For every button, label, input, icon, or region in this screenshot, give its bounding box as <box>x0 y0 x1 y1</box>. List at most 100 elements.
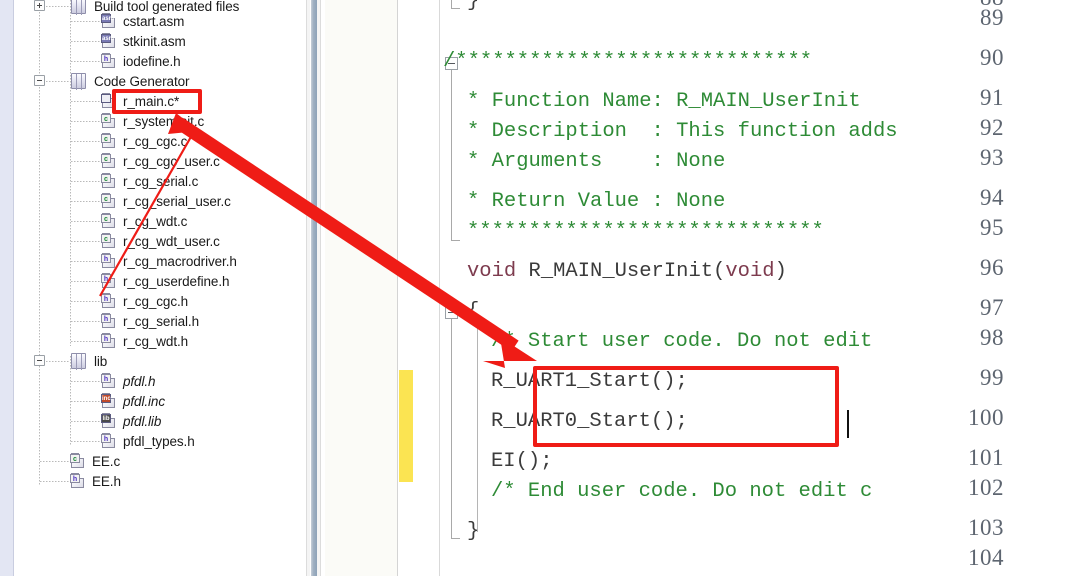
tree-connector <box>71 241 100 242</box>
tree-item-iodefine-h[interactable]: h iodefine.h <box>101 51 181 71</box>
code-line-91[interactable]: * Function Name: R_MAIN_UserInit <box>467 90 861 113</box>
tree-item-cstart-asm[interactable]: asm cstart.asm <box>101 11 184 31</box>
code-token: } <box>467 520 480 543</box>
code-line-93[interactable]: * Arguments : None <box>467 150 726 173</box>
tree-item-r-cg-serial-user-c[interactable]: c r_cg_serial_user.c <box>101 191 231 211</box>
code-token: ***************************** <box>467 220 824 243</box>
tree-connector <box>71 381 100 382</box>
tree-connector <box>71 221 100 222</box>
tree-connector <box>71 321 100 322</box>
tree-item-label: r_cg_macrodriver.h <box>123 253 237 269</box>
tree-connector <box>40 481 69 482</box>
tree-item-r-cg-serial-c[interactable]: c r_cg_serial.c <box>101 171 198 191</box>
h-file-icon: h <box>101 273 118 289</box>
h-file-icon: h <box>101 253 118 269</box>
tree-item-label: r_cg_serial.h <box>123 313 199 329</box>
tree-connector <box>71 341 100 342</box>
scrollbar-thumb[interactable] <box>310 0 317 576</box>
h-file-icon: h <box>101 433 118 449</box>
tree-item-label: pfdl.lib <box>123 413 162 429</box>
tree-connector <box>71 421 100 422</box>
tree-item-r-cg-cgc-h[interactable]: h r_cg_cgc.h <box>101 291 188 311</box>
tree-item-ee-c[interactable]: c EE.c <box>70 451 120 471</box>
tree-item-label: r_cg_wdt.c <box>123 213 188 229</box>
tree-connector <box>71 121 100 122</box>
code-line-95[interactable]: ***************************** <box>467 220 824 243</box>
tree-item-code-generator[interactable]: Code Generator <box>70 71 190 91</box>
tree-item-ee-h[interactable]: h EE.h <box>70 471 121 491</box>
c-file-icon: c <box>101 133 118 149</box>
code-token: * Arguments : None <box>467 150 726 173</box>
asm-file-icon: asm <box>101 33 118 49</box>
code-line-103[interactable]: } <box>467 520 480 543</box>
tree-connector <box>71 101 100 102</box>
tree-item-r-cg-wdt-c[interactable]: c r_cg_wdt.c <box>101 211 187 231</box>
code-line-88[interactable]: } <box>467 0 479 12</box>
code-editor[interactable]: 888990919293949596979899100101102103104 … <box>325 0 1080 576</box>
annotation-box-code <box>533 366 839 447</box>
code-token: } <box>467 0 480 13</box>
window-left-rail <box>0 0 14 576</box>
tree-expander-minus-icon[interactable] <box>34 75 45 86</box>
code-token: void <box>725 260 775 283</box>
tree-item-label: pfdl_types.h <box>123 433 195 449</box>
tree-item-label: r_cg_wdt.h <box>123 333 189 349</box>
tree-connector <box>71 141 100 142</box>
tree-item-label: r_cg_serial_user.c <box>123 193 231 209</box>
tree-item-r-cg-wdt-user-c[interactable]: c r_cg_wdt_user.c <box>101 231 220 251</box>
code-line-90[interactable]: /***************************** <box>443 51 812 72</box>
tree-item-lib[interactable]: lib <box>70 351 107 371</box>
tree-item-label: r_cg_cgc_user.c <box>123 153 220 169</box>
code-lines-container[interactable]: } /***************************** * Functio… <box>443 0 1080 576</box>
unsaved-change-bar <box>399 370 413 482</box>
tree-connector <box>71 181 100 182</box>
tree-expander-minus-icon[interactable] <box>34 355 45 366</box>
code-token: R_MAIN_UserInit( <box>528 260 726 283</box>
tree-connector <box>71 261 100 262</box>
tree-item-pfdl-types-h[interactable]: h pfdl_types.h <box>101 431 195 451</box>
tree-item-r-cg-wdt-h[interactable]: h r_cg_wdt.h <box>101 331 188 351</box>
fold-margin-separator <box>439 0 440 576</box>
tree-item-r-cg-cgc-user-c[interactable]: c r_cg_cgc_user.c <box>101 151 220 171</box>
tree-connector <box>71 61 100 62</box>
folder-icon <box>70 353 89 370</box>
tree-item-label: pfdl.inc <box>123 393 165 409</box>
tree-item-r-systeminit-c[interactable]: c r_systeminit.c <box>101 111 204 131</box>
tree-item-label: r_cg_userdefine.h <box>123 273 230 289</box>
code-line-92[interactable]: * Description : This function adds <box>467 121 898 142</box>
tree-item-label: stkinit.asm <box>123 33 186 49</box>
tree-item-label: r_cg_cgc.h <box>123 293 189 309</box>
code-token: void <box>467 260 529 283</box>
code-line-102[interactable]: /* End user code. Do not edit c <box>491 480 873 503</box>
change-bar-column <box>398 0 414 576</box>
panel-splitter-scrollbar[interactable] <box>303 0 325 576</box>
code-line-97[interactable]: { <box>467 301 479 322</box>
tree-item-stkinit-asm[interactable]: asm stkinit.asm <box>101 31 186 51</box>
tree-item-label: EE.h <box>92 473 121 489</box>
code-line-98[interactable]: /* Start user code. Do not edit <box>491 331 872 352</box>
code-line-94[interactable]: * Return Value : None <box>467 191 725 212</box>
folder-icon <box>70 73 89 90</box>
code-token: /* End user code. Do not edit c <box>491 480 873 503</box>
tree-item-r-cg-macrodriver-h[interactable]: h r_cg_macrodriver.h <box>101 251 237 271</box>
tree-expander-plus-icon[interactable] <box>34 0 45 11</box>
tree-connector <box>71 401 100 402</box>
h-file-icon: h <box>101 53 118 69</box>
tree-item-r-cg-userdefine-h[interactable]: h r_cg_userdefine.h <box>101 271 229 291</box>
tree-guide-root <box>39 0 40 486</box>
code-token: ) <box>774 260 787 283</box>
tree-connector <box>71 21 100 22</box>
tree-item-pfdl-inc[interactable]: inc pfdl.inc <box>101 391 165 411</box>
code-line-101[interactable]: EI(); <box>491 451 553 472</box>
h-file-icon: h <box>101 293 118 309</box>
code-line-96[interactable]: void R_MAIN_UserInit(void) <box>467 260 787 283</box>
code-token: * Function Name: R_MAIN_UserInit <box>467 90 861 113</box>
c-file-icon: c <box>101 213 118 229</box>
tree-item-pfdl-h[interactable]: h pfdl.h <box>101 371 156 391</box>
project-tree-panel[interactable]: Build tool generated files asm cstart.asm a… <box>15 0 303 576</box>
c-file-icon: c <box>101 193 118 209</box>
tree-connector <box>40 461 69 462</box>
tree-item-r-cg-cgc-c[interactable]: c r_cg_cgc.c <box>101 131 187 151</box>
tree-item-pfdl-lib[interactable]: lib pfdl.lib <box>101 411 161 431</box>
tree-item-r-cg-serial-h[interactable]: h r_cg_serial.h <box>101 311 199 331</box>
